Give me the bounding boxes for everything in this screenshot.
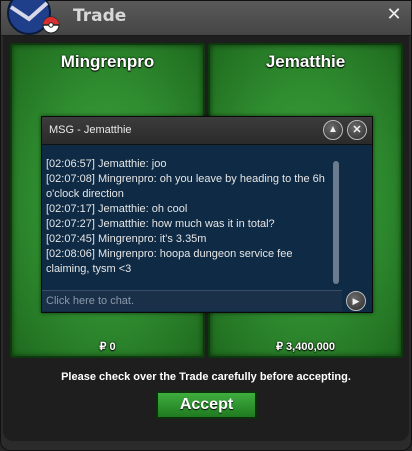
window-title: Trade — [73, 6, 127, 26]
right-player-name: Jematthie — [265, 52, 346, 71]
chat-message: [02:08:06] Mingrenpro: hoopa dungeon ser… — [46, 248, 293, 275]
chat-message: [02:07:17] Jematthie: oh cool — [46, 203, 188, 215]
close-icon[interactable]: ✕ — [383, 4, 405, 26]
chat-message: [02:07:08] Mingrenpro: oh you leave by h… — [46, 173, 325, 200]
minimize-icon[interactable]: ▲ — [323, 120, 343, 140]
chat-scrollbar[interactable] — [333, 161, 339, 284]
pokeball-logo-icon — [7, 0, 60, 35]
chat-close-icon[interactable]: ✕ — [347, 120, 367, 140]
left-player-money: ₽ 0 — [99, 341, 116, 353]
send-arrow-icon[interactable]: ▶ — [346, 291, 366, 311]
chat-title: MSG - Jematthie — [49, 124, 132, 136]
right-player-money: ₽ 3,400,000 — [276, 341, 335, 353]
chat-log: [02:06:57] Jematthie: joo [02:07:08] Min… — [46, 157, 328, 277]
accept-button[interactable]: Accept — [156, 391, 257, 419]
chat-message: [02:07:27] Jematthie: how much was it in… — [46, 218, 275, 230]
chat-header[interactable]: MSG - Jematthie ▲ ✕ — [42, 117, 372, 145]
title-bar[interactable]: Trade ✕ — [1, 0, 411, 36]
left-player-name: Mingrenpro — [60, 52, 155, 71]
trade-window: Trade ✕ Mingrenpro ₽ 0 Jematthie ₽ 3,400… — [0, 0, 412, 451]
chat-message: [02:07:45] Mingrenpro: it's 3.35m — [46, 233, 207, 245]
chat-message: [02:06:57] Jematthie: joo — [46, 158, 167, 170]
chat-window: MSG - Jematthie ▲ ✕ [02:06:57] Jematthie… — [41, 116, 373, 313]
chat-input[interactable]: Click here to chat. — [42, 290, 342, 311]
trade-notice: Please check over the Trade carefully be… — [61, 371, 351, 383]
